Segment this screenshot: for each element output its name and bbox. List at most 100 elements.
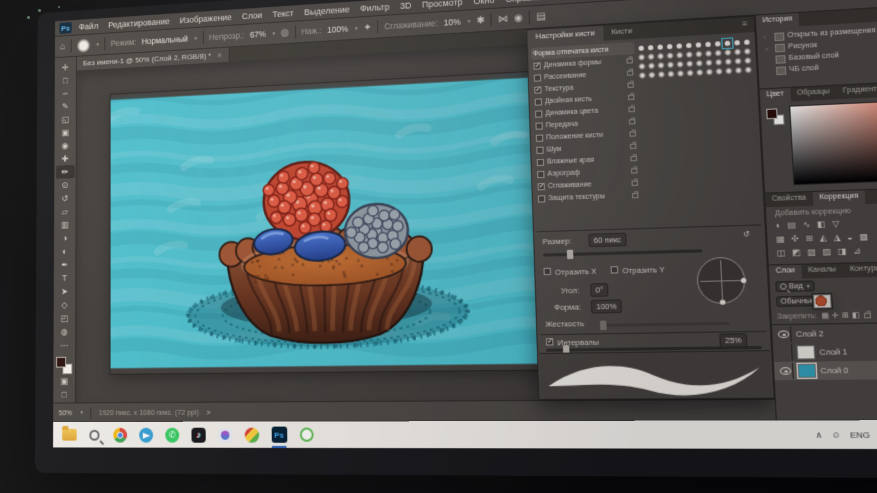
roundness-value[interactable]: 100% xyxy=(591,299,622,313)
brush-preset[interactable] xyxy=(704,67,714,77)
layer-thumbnail[interactable] xyxy=(813,294,832,308)
lock-icon[interactable] xyxy=(631,168,638,173)
opacity-value[interactable]: 67% xyxy=(250,29,266,39)
menu-item-4[interactable]: Текст xyxy=(272,8,293,19)
adjustment-icon[interactable]: ⊞ xyxy=(805,233,813,243)
adjustment-icon[interactable]: ▽ xyxy=(832,219,839,229)
clone-stamp-tool-icon[interactable]: ⊙ xyxy=(56,178,75,192)
taskbar-app-chrome[interactable] xyxy=(111,425,129,444)
adjustment-icon[interactable]: ▨ xyxy=(822,247,831,257)
photoshop-logo[interactable]: Ps xyxy=(59,22,71,34)
lock-icon[interactable] xyxy=(626,58,633,63)
layer-row-Слой-0[interactable]: Слой 0 xyxy=(774,359,877,380)
brush-option-checkbox[interactable] xyxy=(534,86,541,93)
adjustment-icon[interactable]: ◧ xyxy=(817,219,826,229)
brush-preset[interactable] xyxy=(666,69,676,79)
mini-foreground-swatch[interactable] xyxy=(766,108,778,119)
brush-preset-icon[interactable] xyxy=(77,38,90,53)
layer-name[interactable]: Слой 0 xyxy=(820,365,848,375)
adjustment-icon[interactable]: ◫ xyxy=(777,248,786,258)
brush-preset[interactable] xyxy=(743,65,753,75)
lock-type-icon[interactable]: ▦ xyxy=(821,311,829,320)
brush-option-checkbox[interactable] xyxy=(536,146,543,153)
adjustment-icon[interactable]: ◭ xyxy=(820,233,827,243)
angle-roundness-control[interactable] xyxy=(696,257,746,305)
lock-icon[interactable] xyxy=(628,94,635,99)
taskbar-app-photoshop[interactable]: Ps xyxy=(270,425,289,444)
lock-all-icon[interactable] xyxy=(864,312,871,318)
menu-item-0[interactable]: Файл xyxy=(79,21,99,31)
pen-tool-icon[interactable]: ✒ xyxy=(55,258,74,272)
zoom-tool-icon[interactable]: ◍ xyxy=(55,325,74,339)
brush-option-checkbox[interactable] xyxy=(536,134,543,141)
taskbar-app-file-explorer[interactable] xyxy=(60,425,77,444)
brush-preset[interactable] xyxy=(695,68,705,78)
frame-tool-icon[interactable]: ▣ xyxy=(56,126,75,140)
screen-mode-icon[interactable]: □ xyxy=(55,388,74,402)
taskbar-app-utorrent[interactable] xyxy=(297,425,316,444)
lock-icon[interactable] xyxy=(628,106,635,111)
brush-preset[interactable] xyxy=(724,66,734,76)
brush-tool-icon[interactable]: ✏ xyxy=(56,165,75,179)
tab-Образцы[interactable]: Образцы xyxy=(790,86,837,102)
menu-item-6[interactable]: Фильтр xyxy=(360,2,389,14)
reset-icon[interactable]: ↺ xyxy=(743,229,750,239)
taskbar-app-tiktok[interactable]: ♪ xyxy=(190,425,208,444)
visibility-toggle[interactable] xyxy=(778,363,793,379)
gradient-tool-icon[interactable]: ▥ xyxy=(55,218,74,232)
lock-icon[interactable] xyxy=(631,180,638,185)
blur-tool-icon[interactable]: ◑ xyxy=(55,231,74,245)
layer-row-Слой-1[interactable]: Слой 1 xyxy=(773,340,877,362)
taskbar-app-telegram[interactable] xyxy=(137,425,155,444)
mode-value[interactable]: Нормальный xyxy=(142,34,188,46)
lock-icon[interactable] xyxy=(629,119,636,124)
adjustment-icon[interactable]: ∿ xyxy=(802,220,810,230)
people-icon[interactable]: ☺ xyxy=(831,430,841,440)
foreground-color-swatch[interactable] xyxy=(56,357,66,368)
lock-type-icon[interactable]: ◧ xyxy=(852,311,860,320)
layer-name[interactable]: Слой 1 xyxy=(819,347,847,357)
tab-Слои[interactable]: Слои xyxy=(769,265,802,280)
menu-item-3[interactable]: Слои xyxy=(242,10,262,21)
lock-icon[interactable] xyxy=(632,192,639,197)
tab-Контуры[interactable]: Контуры xyxy=(843,263,877,278)
eyedropper-tool-icon[interactable]: ◉ xyxy=(56,139,75,153)
hand-tool-icon[interactable]: ◰ xyxy=(55,311,74,325)
layer-row-Слой-2[interactable]: Слой 2 xyxy=(772,321,877,343)
flow-value[interactable]: 100% xyxy=(327,24,348,35)
taskbar-app-whatsapp[interactable]: ✆ xyxy=(163,425,181,444)
tab-Свойства[interactable]: Свойства xyxy=(765,192,813,207)
lock-icon[interactable] xyxy=(630,155,637,160)
menu-item-1[interactable]: Редактирование xyxy=(108,17,170,30)
brush-preset[interactable] xyxy=(733,66,743,76)
tab-brushes[interactable]: Кисти xyxy=(603,24,641,41)
history-brush-tool-icon[interactable]: ↺ xyxy=(56,191,75,205)
adjustment-icon[interactable]: ✣ xyxy=(791,234,799,244)
brush-option-checkbox[interactable] xyxy=(537,183,544,190)
adjustment-icon[interactable]: ◨ xyxy=(838,246,847,256)
zoom-level[interactable]: 50% xyxy=(59,408,73,417)
brush-preset[interactable] xyxy=(647,70,657,80)
brush-preset[interactable] xyxy=(637,71,647,81)
tab-Коррекция[interactable]: Коррекция xyxy=(813,190,866,206)
visibility-toggle[interactable] xyxy=(777,344,792,360)
adjustment-icon[interactable]: ◩ xyxy=(792,248,801,258)
menu-item-2[interactable]: Изображение xyxy=(180,12,232,25)
mini-color-swatches[interactable] xyxy=(766,108,784,125)
flip-y-checkbox[interactable] xyxy=(611,266,619,273)
taskbar-app-windows-search[interactable] xyxy=(86,425,103,444)
pressure-size-icon[interactable]: ◉ xyxy=(514,12,523,23)
lock-type-icon[interactable]: ✛ xyxy=(832,311,839,320)
eraser-tool-icon[interactable]: ▱ xyxy=(55,205,74,219)
adjustment-icon[interactable]: ▧ xyxy=(807,247,816,257)
brush-preset[interactable] xyxy=(685,68,695,78)
lock-type-icon[interactable]: ⊞ xyxy=(842,311,849,320)
layer-name[interactable]: Слой 2 xyxy=(796,329,824,339)
quick-select-tool-icon[interactable]: ✎ xyxy=(56,99,75,113)
home-icon[interactable]: ⌂ xyxy=(60,41,65,51)
panel-menu-icon[interactable]: ≡ xyxy=(736,17,755,33)
lasso-tool-icon[interactable]: ∽ xyxy=(56,86,75,100)
layer-thumbnail[interactable] xyxy=(797,345,816,359)
lock-icon[interactable] xyxy=(630,143,637,148)
adjustment-icon[interactable]: ◒ xyxy=(847,232,853,242)
